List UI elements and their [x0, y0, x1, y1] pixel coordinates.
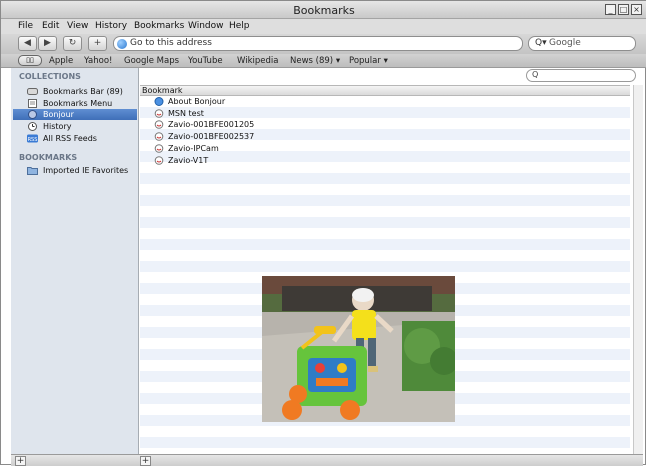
- bonjour-service-icon: [154, 109, 164, 118]
- history-clock-icon: [28, 122, 37, 131]
- menu-history[interactable]: History: [95, 21, 127, 31]
- bookmark-link-youtube[interactable]: YouTube: [188, 56, 223, 66]
- add-bookmark-button[interactable]: +: [88, 36, 107, 51]
- book-icon: ▯▯: [26, 56, 34, 64]
- menu-window[interactable]: Window: [188, 21, 224, 31]
- sidebar-item-label: Imported IE Favorites: [43, 166, 129, 175]
- bonjour-service-icon: [154, 120, 164, 129]
- back-icon: ◀: [24, 38, 31, 48]
- title-bar: Bookmarks _ □ ×: [1, 1, 646, 19]
- menu-view[interactable]: View: [67, 21, 88, 31]
- menu-file[interactable]: File: [18, 21, 33, 31]
- bookmarks-menu-icon: [28, 99, 37, 108]
- bookmarks-bar-icon: [27, 88, 38, 95]
- address-placeholder: Go to this address: [130, 38, 212, 48]
- plus-icon: +: [93, 38, 102, 48]
- bonjour-icon: [28, 110, 37, 119]
- list-item[interactable]: About Bonjour: [140, 96, 630, 107]
- sidebar-item-label: All RSS Feeds: [43, 134, 97, 143]
- show-all-bookmarks-button[interactable]: ▯▯: [18, 55, 42, 66]
- forward-button[interactable]: ▶: [38, 36, 57, 51]
- menu-bookmarks[interactable]: Bookmarks: [134, 21, 184, 31]
- sidebar-item-label: Bonjour: [43, 110, 74, 119]
- menu-edit[interactable]: Edit: [42, 21, 59, 31]
- sidebar-item-history[interactable]: History: [13, 121, 137, 132]
- bonjour-service-icon: [154, 156, 164, 165]
- bookmark-link-google-maps[interactable]: Google Maps: [124, 56, 179, 66]
- search-icon: Q▾: [535, 38, 547, 48]
- bottom-bar: + +: [11, 454, 643, 466]
- overlay-photo: [262, 276, 455, 422]
- info-globe-icon: [154, 97, 164, 106]
- search-icon: Q: [532, 70, 539, 79]
- browser-window: Bookmarks _ □ × File Edit View History B…: [0, 0, 646, 466]
- sidebar-item-bookmarks-menu[interactable]: Bookmarks Menu: [13, 98, 137, 109]
- menu-bar: File Edit View History Bookmarks Window …: [1, 19, 646, 34]
- list-item[interactable]: Zavio-001BFE002537: [140, 131, 630, 142]
- close-button[interactable]: ×: [631, 4, 642, 15]
- window-title: Bookmarks: [293, 4, 355, 17]
- maximize-button[interactable]: □: [618, 4, 629, 15]
- list-item[interactable]: Zavio-IPCam: [140, 143, 630, 154]
- list-search-field[interactable]: Q: [526, 69, 636, 82]
- bookmark-folder-news[interactable]: News (89) ▾: [290, 56, 340, 66]
- rss-icon: RSS: [27, 134, 38, 143]
- list-item-label: Zavio-IPCam: [168, 144, 219, 153]
- bonjour-service-icon: [154, 132, 164, 141]
- folder-icon: [27, 167, 38, 175]
- sidebar-item-label: History: [43, 122, 72, 131]
- sidebar-item-imported-ie-favorites[interactable]: Imported IE Favorites: [13, 165, 137, 176]
- bookmark-link-apple[interactable]: Apple: [49, 56, 73, 66]
- sidebar-item-label: Bookmarks Bar (89): [43, 87, 123, 96]
- bonjour-service-icon: [154, 144, 164, 153]
- list-item-label: Zavio-001BFE001205: [168, 120, 255, 129]
- bookmarks-bar: ▯▯ Apple Yahoo! Google Maps YouTube Wiki…: [1, 54, 646, 68]
- column-header-bookmark[interactable]: Bookmark: [140, 85, 630, 96]
- bookmark-link-wikipedia[interactable]: Wikipedia: [237, 56, 278, 66]
- sidebar-item-bonjour[interactable]: Bonjour: [13, 109, 137, 120]
- toolbar: ◀ ▶ ↻ + Go to this address Q▾ Google: [1, 34, 646, 54]
- list-item-label: MSN test: [168, 109, 204, 118]
- sidebar-item-label: Bookmarks Menu: [43, 99, 113, 108]
- search-field[interactable]: Q▾ Google: [528, 36, 636, 51]
- child-with-walker-photo: [262, 276, 455, 422]
- vertical-scrollbar[interactable]: [633, 85, 643, 454]
- minimize-button[interactable]: _: [605, 4, 616, 15]
- menu-help[interactable]: Help: [229, 21, 250, 31]
- globe-icon: [117, 39, 127, 49]
- list-item-label: About Bonjour: [168, 97, 226, 106]
- list-item-label: Zavio-001BFE002537: [168, 132, 255, 141]
- forward-icon: ▶: [44, 38, 51, 48]
- list-item-label: Zavio-V1T: [168, 156, 209, 165]
- collections-heading: COLLECTIONS: [19, 72, 81, 81]
- list-item[interactable]: Zavio-001BFE001205: [140, 119, 630, 130]
- reload-icon: ↻: [68, 38, 77, 48]
- bookmarks-heading: BOOKMARKS: [19, 153, 78, 162]
- list-item[interactable]: Zavio-V1T: [140, 155, 630, 166]
- search-placeholder: Google: [549, 38, 581, 48]
- address-field[interactable]: Go to this address: [113, 36, 523, 51]
- svg-text:RSS: RSS: [28, 137, 38, 143]
- sidebar-item-bookmarks-bar[interactable]: Bookmarks Bar (89): [13, 86, 137, 97]
- bookmark-folder-popular[interactable]: Popular ▾: [349, 56, 388, 66]
- collections-sidebar: COLLECTIONS Bookmarks Bar (89) Bookmarks…: [11, 68, 139, 454]
- list-item[interactable]: MSN test: [140, 108, 630, 119]
- back-button[interactable]: ◀: [18, 36, 37, 51]
- sidebar-item-rss-feeds[interactable]: RSS All RSS Feeds: [13, 133, 137, 144]
- column-header-label: Bookmark: [142, 86, 183, 95]
- bookmark-link-yahoo[interactable]: Yahoo!: [84, 56, 112, 66]
- reload-button[interactable]: ↻: [63, 36, 82, 51]
